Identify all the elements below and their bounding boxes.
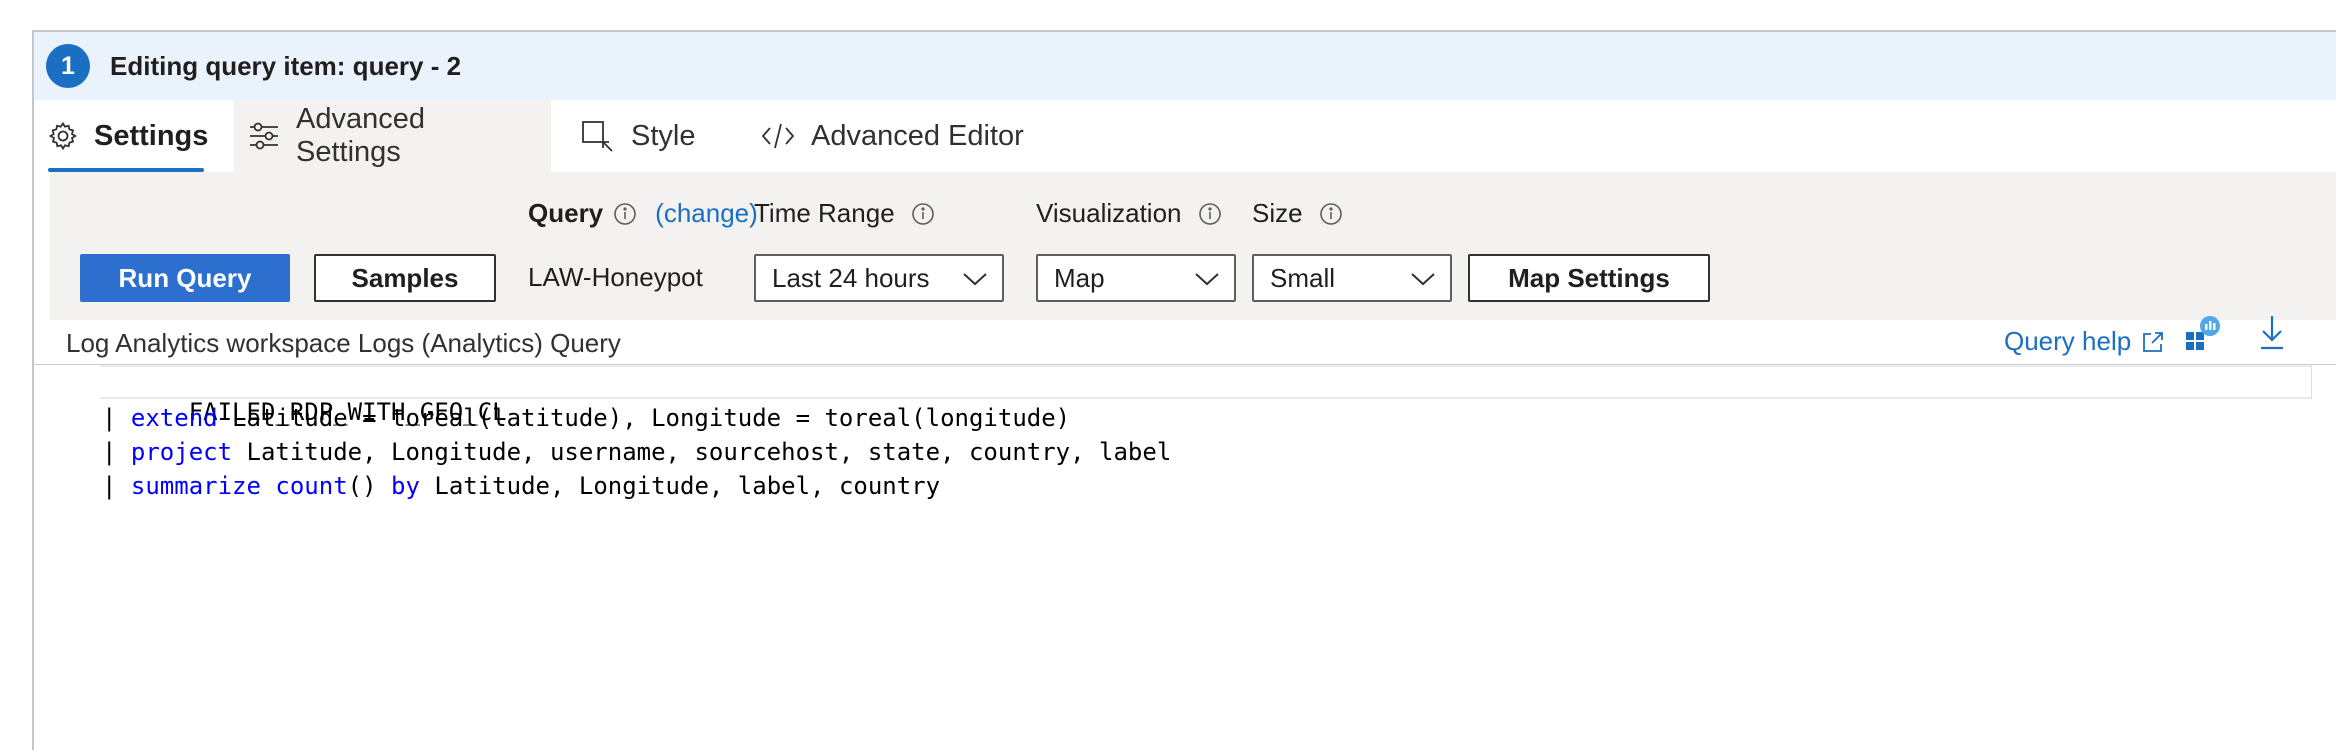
- tab-settings-label: Settings: [94, 119, 209, 152]
- time-range-value: Last 24 hours: [772, 262, 930, 293]
- tab-advanced-editor[interactable]: Advanced Editor: [741, 100, 1044, 172]
- query-label-text: Query: [528, 198, 604, 228]
- chevron-down-icon: [1194, 263, 1220, 294]
- info-icon[interactable]: [1198, 202, 1222, 226]
- query-label: Query (change): [528, 198, 758, 229]
- info-icon[interactable]: [1319, 202, 1343, 226]
- map-settings-button[interactable]: Map Settings: [1468, 254, 1710, 302]
- code-line-1: FAILED_RDP_WITH_GEO_CL: [100, 365, 2312, 426]
- query-resource-value: LAW-Honeypot: [528, 262, 703, 292]
- visualization-dropdown[interactable]: Map: [1036, 254, 1236, 302]
- download-icon[interactable]: [2252, 312, 2292, 357]
- chevron-down-icon: [962, 263, 988, 294]
- chevron-down-icon: [1410, 263, 1436, 294]
- log-analytics-icon[interactable]: [2182, 312, 2222, 357]
- editing-header: 1 Editing query item: query - 2: [34, 32, 2336, 100]
- run-query-button[interactable]: Run Query: [80, 254, 290, 302]
- visualization-label-text: Visualization: [1036, 198, 1182, 228]
- size-label: Size: [1252, 198, 1343, 229]
- info-icon[interactable]: [613, 202, 637, 226]
- style-icon: [581, 120, 615, 152]
- gear-icon: [48, 121, 78, 151]
- editing-title: Editing query item: query - 2: [110, 50, 462, 81]
- sliders-icon: [248, 121, 280, 151]
- code-editor[interactable]: FAILED_RDP_WITH_GEO_CL | extend Latitude…: [34, 364, 2336, 750]
- time-range-label: Time Range: [754, 198, 935, 229]
- code-line-3: | project Latitude, Longitude, username,…: [102, 438, 1172, 466]
- tab-advanced-editor-label: Advanced Editor: [811, 119, 1024, 152]
- query-editor-frame: 1 Editing query item: query - 2 Settings…: [32, 30, 2336, 750]
- query-section-title: Log Analytics workspace Logs (Analytics)…: [66, 328, 621, 358]
- samples-button[interactable]: Samples: [314, 254, 496, 302]
- step-badge: 1: [46, 44, 90, 88]
- editor-scrollbar[interactable]: [2311, 365, 2336, 399]
- size-dropdown[interactable]: Small: [1252, 254, 1452, 302]
- size-label-text: Size: [1252, 198, 1303, 228]
- tab-advanced-settings-label: Advanced Settings: [296, 103, 425, 168]
- size-value: Small: [1270, 262, 1336, 293]
- tab-advanced-settings[interactable]: Advanced Settings: [234, 100, 551, 172]
- info-icon[interactable]: [911, 202, 935, 226]
- tab-style-label: Style: [631, 119, 696, 152]
- visualization-label: Visualization: [1036, 198, 1222, 229]
- query-help-label: Query help: [2004, 326, 2132, 356]
- tab-style[interactable]: Style: [551, 100, 741, 172]
- query-help-link[interactable]: Query help: [2004, 326, 2165, 357]
- code-line-2: | extend Latitude = toreal(latitude), Lo…: [102, 404, 1071, 432]
- tab-settings[interactable]: Settings: [34, 100, 234, 172]
- time-range-label-text: Time Range: [754, 198, 895, 228]
- visualization-value: Map: [1054, 262, 1105, 293]
- change-query-link[interactable]: (change): [655, 198, 758, 229]
- query-settings-panel: Run Query Samples Query (change) LAW-Hon…: [50, 172, 2336, 320]
- code-icon: [761, 122, 795, 150]
- external-link-icon: [2141, 330, 2165, 354]
- time-range-dropdown[interactable]: Last 24 hours: [754, 254, 1004, 302]
- code-line-4: | summarize count() by Latitude, Longitu…: [102, 472, 941, 500]
